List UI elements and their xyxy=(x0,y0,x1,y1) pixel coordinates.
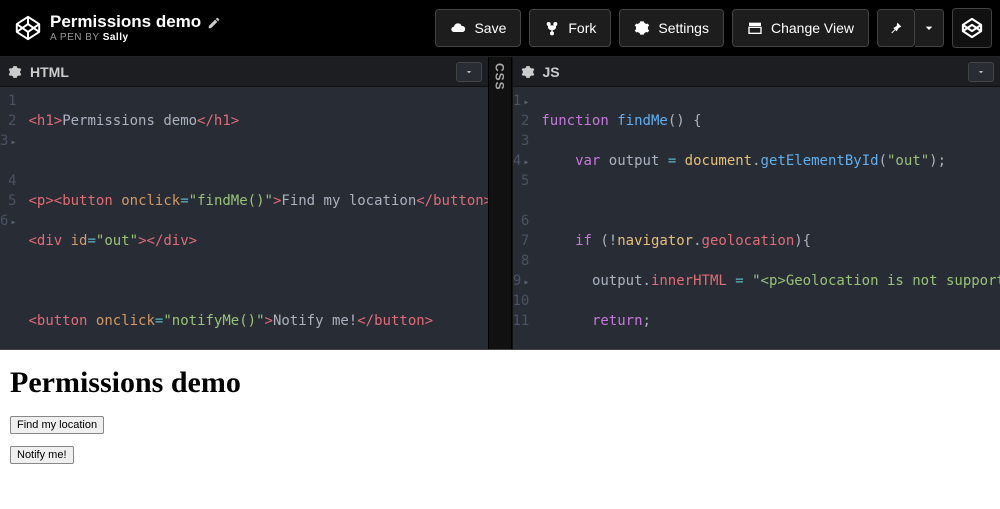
js-code-editor[interactable]: 1 2 3 4 5 6 7 8 9 10 11 function findMe(… xyxy=(513,87,1000,349)
html-gutter: 1 2 3 4 5 6 xyxy=(0,87,22,349)
gear-icon[interactable] xyxy=(8,65,22,79)
chevron-down-icon xyxy=(921,20,937,36)
top-toolbar: Permissions demo A PEN BY Sally Save For… xyxy=(0,0,1000,56)
pen-title-row[interactable]: Permissions demo xyxy=(50,13,221,32)
chevron-down-icon xyxy=(464,67,474,77)
fork-icon xyxy=(544,20,560,36)
html-code-body[interactable]: <h1>Permissions demo</h1> <p><button onc… xyxy=(22,87,487,349)
chevron-down-icon xyxy=(976,67,986,77)
pin-icon xyxy=(888,20,904,36)
avatar-icon xyxy=(959,15,985,41)
save-label: Save xyxy=(474,20,506,36)
js-pane: JS 1 2 3 4 5 6 7 8 9 10 11 function find… xyxy=(512,57,1000,349)
html-pane-title: HTML xyxy=(30,64,448,80)
settings-button[interactable]: Settings xyxy=(619,9,724,47)
pen-by-prefix: A PEN BY xyxy=(50,32,99,43)
html-pane: HTML 1 2 3 4 5 6 <h1>Permissions demo</h… xyxy=(0,57,488,349)
js-pane-dropdown[interactable] xyxy=(968,62,994,82)
pin-dropdown-button[interactable] xyxy=(915,9,944,47)
css-tab-label: CSS xyxy=(493,57,507,91)
html-pane-dropdown[interactable] xyxy=(456,62,482,82)
find-location-button[interactable]: Find my location xyxy=(10,416,104,434)
js-pane-title: JS xyxy=(543,64,961,80)
layout-icon xyxy=(747,20,763,36)
preview-pane: Permissions demo Find my location Notify… xyxy=(0,350,1000,509)
css-pane-collapsed[interactable]: CSS xyxy=(488,57,512,349)
save-button[interactable]: Save xyxy=(435,9,521,47)
js-gutter: 1 2 3 4 5 6 7 8 9 10 11 xyxy=(513,87,536,349)
js-code-body[interactable]: function findMe() { var output = documen… xyxy=(535,87,1000,349)
gear-icon[interactable] xyxy=(521,65,535,79)
js-pane-header: JS xyxy=(513,57,1000,87)
pen-info: Permissions demo A PEN BY Sally xyxy=(50,13,221,43)
change-view-label: Change View xyxy=(771,20,854,36)
cloud-icon xyxy=(450,20,466,36)
profile-avatar[interactable] xyxy=(952,8,992,48)
fork-label: Fork xyxy=(568,20,596,36)
html-code-editor[interactable]: 1 2 3 4 5 6 <h1>Permissions demo</h1> <p… xyxy=(0,87,488,349)
change-view-button[interactable]: Change View xyxy=(732,9,869,47)
codepen-logo-icon xyxy=(14,14,42,42)
fork-button[interactable]: Fork xyxy=(529,9,611,47)
editor-area: HTML 1 2 3 4 5 6 <h1>Permissions demo</h… xyxy=(0,56,1000,350)
pen-byline: A PEN BY Sally xyxy=(50,32,221,43)
author-name[interactable]: Sally xyxy=(103,32,129,43)
pin-button[interactable] xyxy=(877,9,915,47)
settings-label: Settings xyxy=(658,20,709,36)
logo-area[interactable]: Permissions demo A PEN BY Sally xyxy=(8,13,227,43)
pen-title: Permissions demo xyxy=(50,13,201,32)
notify-me-button[interactable]: Notify me! xyxy=(10,446,74,464)
html-pane-header: HTML xyxy=(0,57,488,87)
edit-icon[interactable] xyxy=(207,16,221,30)
gear-icon xyxy=(634,20,650,36)
preview-heading: Permissions demo xyxy=(10,366,990,400)
